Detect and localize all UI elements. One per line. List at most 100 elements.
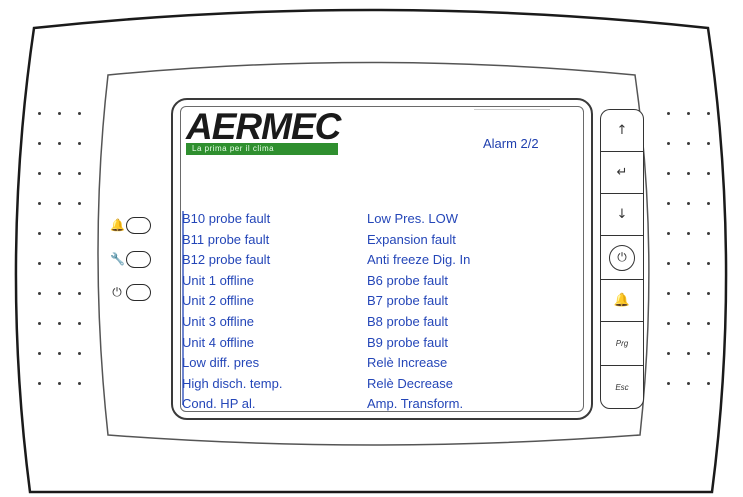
esc-key[interactable]: Esc <box>600 365 644 409</box>
bell-icon: 🔔 <box>613 293 631 308</box>
grille-dot <box>58 352 61 355</box>
alarm-item: Unit 1 offline <box>182 272 255 288</box>
alarm-item: Unit 4 offline <box>182 334 255 350</box>
grille-dot <box>707 322 710 325</box>
alarm-item: Low Pres. LOW <box>367 211 459 226</box>
grille-dot <box>667 322 670 325</box>
grille-dot <box>707 292 710 295</box>
grille-dot <box>687 262 690 265</box>
grille-dot <box>38 262 41 265</box>
grille-dot <box>38 232 41 235</box>
grille-dot <box>687 112 690 115</box>
grille-dot <box>38 112 41 115</box>
grille-dot <box>687 382 690 385</box>
grille-dot <box>58 382 61 385</box>
arrow-up-icon: ↑ <box>616 123 628 138</box>
alarm-item: Cond. HP al. <box>182 396 256 412</box>
grille-dot <box>38 172 41 175</box>
grille-dot <box>707 232 710 235</box>
grille-dot <box>687 322 690 325</box>
grille-dot <box>687 292 690 295</box>
alarm-item: Relè Decrease <box>367 375 453 391</box>
up-key[interactable]: ↑ <box>600 109 644 151</box>
prg-key[interactable]: Prg <box>600 321 644 365</box>
grille-dot <box>667 142 670 145</box>
grille-dot <box>58 142 61 145</box>
grille-dot <box>707 172 710 175</box>
grille-dot <box>707 202 710 205</box>
alarm-list-left: B10 probe fault B11 probe fault B12 prob… <box>182 211 282 417</box>
alarm-item: B6 probe fault <box>367 272 448 288</box>
grille-dot <box>58 262 61 265</box>
alarm-item: Unit 3 offline <box>182 313 255 329</box>
grille-dot <box>78 262 81 265</box>
esc-label: Esc <box>615 382 629 392</box>
grille-dot <box>687 202 690 205</box>
grille-dot <box>38 142 41 145</box>
grille-dot <box>58 112 61 115</box>
grille-dot <box>707 382 710 385</box>
service-led <box>126 251 151 268</box>
grille-dot <box>78 142 81 145</box>
grille-dot <box>667 352 670 355</box>
power-key[interactable]: ⏻ <box>600 235 644 279</box>
alarm-item: B10 probe fault <box>182 211 271 226</box>
grille-dot <box>667 382 670 385</box>
grille-dot <box>38 202 41 205</box>
grille-dot <box>58 202 61 205</box>
grille-dot <box>38 322 41 325</box>
keypad: ↑ ↵ ↓ ⏻ 🔔 Prg Esc <box>600 109 644 409</box>
grille-dot <box>707 262 710 265</box>
grille-dot <box>687 352 690 355</box>
prg-label: Prg <box>615 339 629 348</box>
alarm-key[interactable]: 🔔 <box>600 279 644 321</box>
grille-dot <box>687 232 690 235</box>
grille-dot <box>58 292 61 295</box>
grille-dot <box>78 172 81 175</box>
alarm-item: B8 probe fault <box>367 313 448 329</box>
grille-dot <box>707 112 710 115</box>
grille-dot <box>667 202 670 205</box>
grille-dot <box>667 292 670 295</box>
alarm-item: Anti freeze Dig. In <box>367 252 471 268</box>
alarm-item: B11 probe fault <box>182 231 270 247</box>
grille-dot <box>38 382 41 385</box>
grille-dot <box>78 232 81 235</box>
alarm-item: Low diff. pres <box>182 355 260 371</box>
alarm-item: Unit 2 offline <box>182 293 255 309</box>
alarm-item: B7 probe fault <box>367 293 448 309</box>
grille-dot <box>38 352 41 355</box>
alarm-item: High disch. temp. <box>182 375 283 391</box>
power-icon: ⏻ <box>609 244 635 271</box>
grille-dot <box>78 202 81 205</box>
display-divider <box>474 109 550 110</box>
enter-icon: ↵ <box>616 165 628 180</box>
alarm-led <box>126 217 151 234</box>
brand-logo: AERMEC <box>186 106 341 147</box>
grille-dot <box>78 382 81 385</box>
down-key[interactable]: ↓ <box>600 193 644 235</box>
alarm-item: Relè Increase <box>367 355 448 371</box>
alarm-item: Expansion fault <box>367 231 456 247</box>
grille-dot <box>38 292 41 295</box>
power-icon: ⏻ <box>112 285 122 299</box>
grille-dot <box>58 172 61 175</box>
grille-dot <box>687 172 690 175</box>
grille-dot <box>687 142 690 145</box>
bell-icon: 🔔 <box>110 218 125 232</box>
alarm-item: B12 probe fault <box>182 252 271 268</box>
enter-key[interactable]: ↵ <box>600 151 644 193</box>
wrench-icon: 🔧 <box>110 252 125 266</box>
brand-tagline: La prima per il clima <box>186 143 338 155</box>
grille-dot <box>667 172 670 175</box>
alarm-page-title: Alarm 2/2 <box>483 136 539 151</box>
grille-dot <box>78 352 81 355</box>
alarm-item: Amp. Transform. <box>367 396 464 412</box>
grille-dot <box>667 262 670 265</box>
grille-dot <box>707 352 710 355</box>
grille-dot <box>78 112 81 115</box>
grille-dot <box>667 112 670 115</box>
arrow-down-icon: ↓ <box>616 207 628 222</box>
grille-dot <box>78 322 81 325</box>
power-led <box>126 284 151 301</box>
